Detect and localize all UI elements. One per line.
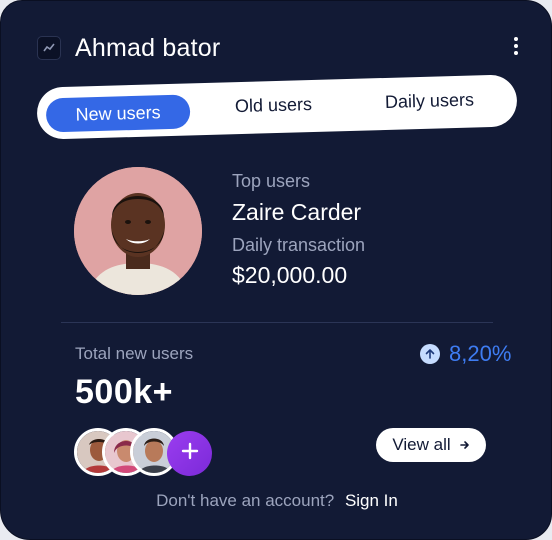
total-new-users-label: Total new users	[75, 344, 194, 363]
arrow-right-icon	[459, 437, 470, 453]
top-users-label: Top users	[232, 171, 311, 191]
plus-icon	[181, 442, 199, 465]
signup-question: Don't have an account?	[156, 491, 335, 510]
kebab-menu-icon[interactable]	[511, 37, 521, 55]
card-title: Ahmad bator	[75, 33, 221, 62]
daily-transaction-label: Daily transaction	[232, 235, 366, 255]
top-user-name: Zaire Carder	[232, 199, 362, 225]
trend-icon	[37, 36, 61, 60]
view-all-button[interactable]: View all	[376, 428, 486, 462]
top-user-avatar	[74, 167, 202, 295]
view-all-label: View all	[392, 435, 451, 454]
tab-new-users[interactable]: New users	[45, 94, 191, 133]
signup-prompt: Don't have an account? Sign In	[1, 491, 551, 511]
add-user-button[interactable]	[167, 431, 212, 476]
growth-value: 8,20%	[449, 341, 512, 366]
arrow-up-icon	[420, 344, 440, 364]
sign-in-link[interactable]: Sign In	[345, 491, 398, 510]
tab-daily-users[interactable]: Daily users	[385, 90, 475, 113]
card-header: Ahmad bator	[37, 31, 521, 65]
top-user-info: Top users Zaire Carder Daily transaction…	[232, 171, 365, 289]
avatar-group	[74, 428, 214, 480]
growth-indicator: 8,20%	[420, 341, 511, 367]
user-stats-card: Ahmad bator New users Old users Daily us…	[0, 0, 552, 540]
daily-transaction-value: $20,000.00	[232, 262, 348, 288]
tab-switcher: New users Old users Daily users	[36, 74, 518, 140]
tab-old-users[interactable]: Old users	[235, 94, 313, 117]
divider	[61, 322, 493, 323]
total-new-users-value: 500k+	[75, 373, 173, 411]
